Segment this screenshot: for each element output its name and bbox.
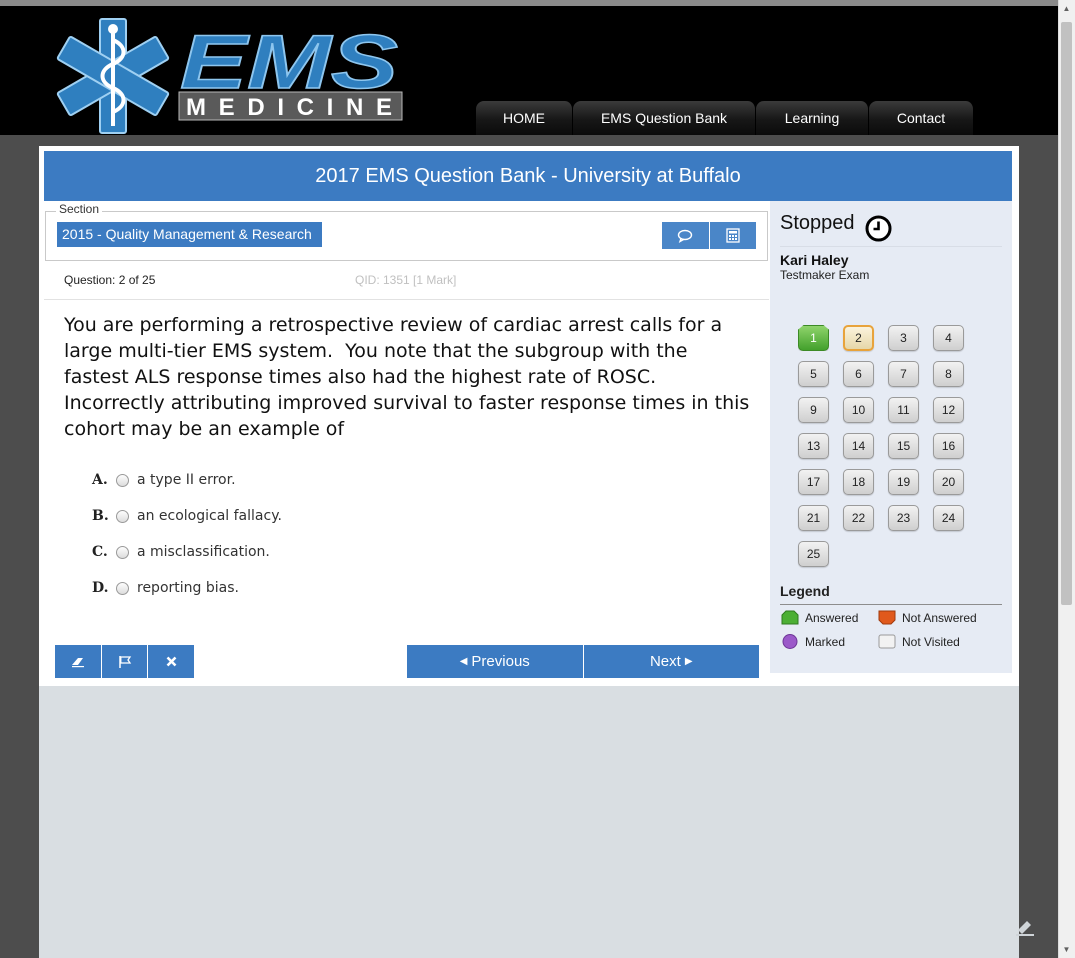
option-text[interactable]: reporting bias. [137,580,239,596]
calculator-icon [726,228,740,243]
question-nav-12[interactable]: 12 [933,397,964,423]
flag-icon [118,655,131,668]
option-text[interactable]: an ecological fallacy. [137,508,282,524]
question-text: You are performing a retrospective revie… [64,314,756,440]
timer-status: Stopped [780,212,855,234]
previous-button[interactable]: ◀ Previous [407,645,584,678]
question-nav-25[interactable]: 25 [798,541,829,567]
marked-icon [782,634,798,649]
question-nav-3[interactable]: 3 [888,325,919,351]
legend-title: Legend [780,583,830,599]
legend-divider [780,604,1002,605]
not-answered-icon [878,610,896,625]
nav-learning[interactable]: Learning [756,101,869,135]
user-name: Kari Haley [780,252,849,268]
option-d[interactable]: D. reporting bias. [92,578,239,598]
next-label: Next [649,653,681,670]
nav-contact[interactable]: Contact [869,101,974,135]
question-nav-1[interactable]: 1 [798,325,829,351]
legend-not-visited-label: Not Visited [902,634,960,649]
close-icon [166,656,177,667]
question-counter: Question: 2 of 25 [64,273,156,287]
close-exam-button[interactable] [148,645,195,678]
question-nav-17[interactable]: 17 [798,469,829,495]
question-nav-9[interactable]: 9 [798,397,829,423]
question-nav-4[interactable]: 4 [933,325,964,351]
option-letter: B. [92,508,109,524]
corner-edit-icon [1016,921,1034,936]
caret-left-icon: ◀ [459,656,468,667]
question-nav-19[interactable]: 19 [888,469,919,495]
question-actions [55,645,195,678]
question-id: QID: 1351 [1 Mark] [355,273,457,287]
legend-not-answered: Not Answered [878,610,977,625]
nav-home[interactable]: HOME [476,101,573,135]
question-nav-22[interactable]: 22 [843,505,874,531]
option-a[interactable]: A. a type II error. [92,470,236,490]
question-nav-14[interactable]: 14 [843,433,874,459]
question-nav-8[interactable]: 8 [933,361,964,387]
option-letter: D. [92,580,109,596]
site-header: EMS MEDICINE HOME EMS Question Bank Lear… [0,6,1058,135]
legend-not-visited: Not Visited [878,634,960,649]
sidebar-divider [780,246,1002,247]
answered-icon [781,610,799,625]
question-nav-21[interactable]: 21 [798,505,829,531]
option-c[interactable]: C. a misclassification. [92,542,270,562]
question-nav-20[interactable]: 20 [933,469,964,495]
next-button[interactable]: Next ▶ [583,645,759,678]
option-radio[interactable] [116,509,129,523]
section-label: Section [56,202,103,216]
question-nav-18[interactable]: 18 [843,469,874,495]
option-b[interactable]: B. an ecological fallacy. [92,506,282,526]
question-nav-6[interactable]: 6 [843,361,874,387]
comment-button[interactable] [662,222,710,249]
legend-marked-label: Marked [805,634,846,649]
option-letter: A. [92,472,108,488]
option-text[interactable]: a type II error. [137,472,236,488]
clock-icon [865,215,892,242]
scrollbar-thumb[interactable] [1061,22,1072,605]
clear-answer-button[interactable] [55,645,102,678]
legend-answered: Answered [781,610,858,625]
eraser-icon [71,657,84,667]
option-text[interactable]: a misclassification. [137,544,270,560]
calculator-button[interactable] [709,222,756,249]
question-nav-16[interactable]: 16 [933,433,964,459]
question-nav-24[interactable]: 24 [933,505,964,531]
option-letter: C. [92,544,108,560]
question-nav-23[interactable]: 23 [888,505,919,531]
legend-answered-label: Answered [805,610,859,625]
exam-title: 2017 EMS Question Bank - University at B… [44,151,1012,201]
nav-ems-question-bank[interactable]: EMS Question Bank [573,101,756,135]
question-tools [662,222,756,249]
scroll-down-arrow-icon[interactable]: ▼ [1058,941,1075,958]
exam-name: Testmaker Exam [780,268,870,282]
scroll-up-arrow-icon[interactable]: ▲ [1058,0,1075,17]
question-nav-15[interactable]: 15 [888,433,919,459]
question-nav-2[interactable]: 2 [843,325,874,351]
option-radio[interactable] [116,473,129,487]
not-visited-icon [878,634,896,649]
question-navigation: ◀ Previous Next ▶ [407,645,759,678]
comment-icon [678,229,693,243]
main-navigation: HOME EMS Question Bank Learning Contact [476,101,974,135]
section-name[interactable]: 2015 - Quality Management & Research [57,222,322,247]
question-nav-13[interactable]: 13 [798,433,829,459]
legend-not-answered-label: Not Answered [902,610,977,625]
previous-label: Previous [471,653,530,670]
question-divider [44,299,769,300]
question-nav-5[interactable]: 5 [798,361,829,387]
option-radio[interactable] [116,545,129,559]
ems-medicine-logo[interactable]: EMS MEDICINE [54,14,404,138]
question-nav-7[interactable]: 7 [888,361,919,387]
question-nav-10[interactable]: 10 [843,397,874,423]
option-radio[interactable] [116,581,129,595]
mark-question-button[interactable] [101,645,149,678]
legend-marked: Marked [781,634,845,649]
caret-right-icon: ▶ [684,656,693,667]
question-nav-11[interactable]: 11 [888,397,919,423]
